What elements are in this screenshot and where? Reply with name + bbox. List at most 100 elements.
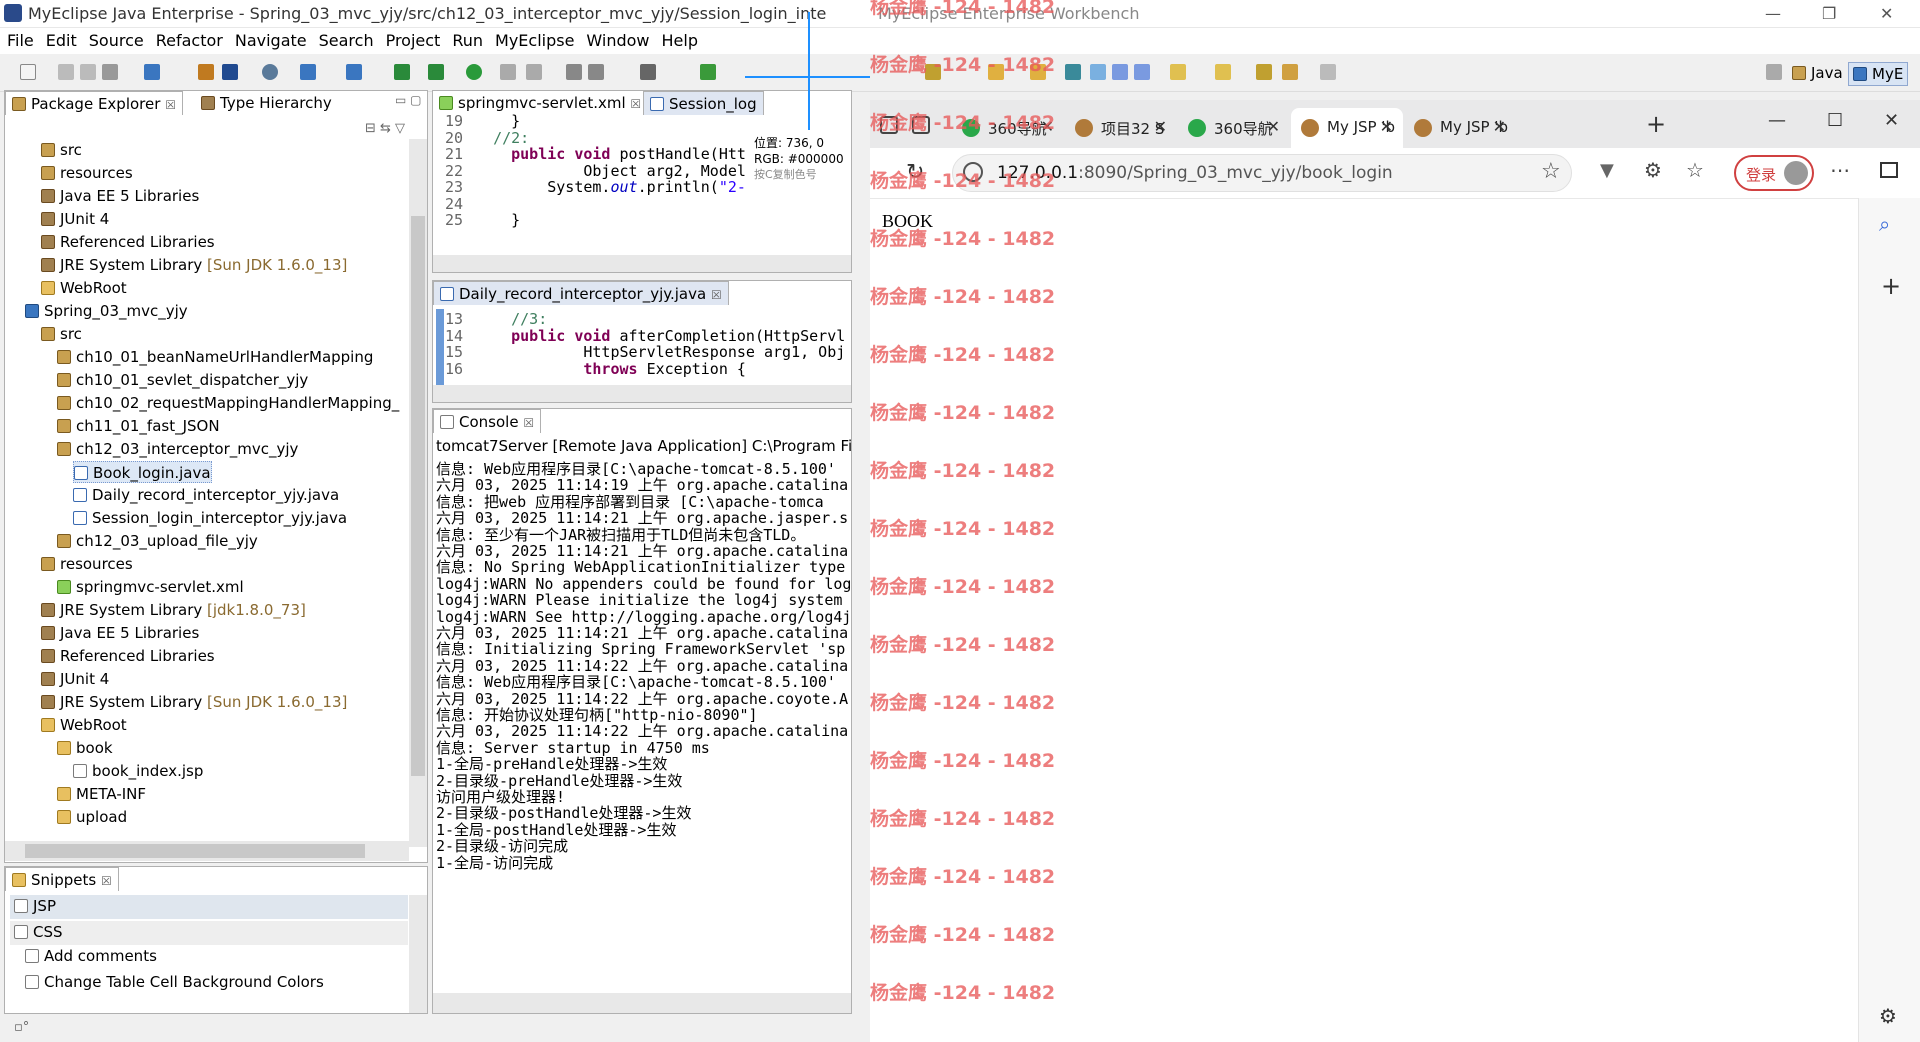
tab-session-login[interactable]: Session_log: [643, 91, 764, 115]
minimize-icon[interactable]: —: [1765, 4, 1781, 23]
back-tool-icon[interactable]: [500, 64, 516, 80]
editor2-hscrollbar[interactable]: [433, 385, 851, 402]
new-icon[interactable]: [20, 64, 36, 80]
menu-search[interactable]: Search: [312, 28, 379, 50]
tree-item[interactable]: WebRoot: [41, 714, 127, 736]
gear-icon[interactable]: [588, 64, 604, 80]
menu-run[interactable]: Run: [445, 28, 488, 50]
menu-window[interactable]: Window: [579, 28, 654, 50]
tree-item[interactable]: Referenced Libraries: [41, 645, 215, 667]
tree-item[interactable]: book_index.jsp: [73, 760, 203, 782]
tree-item[interactable]: JRE System Library [Sun JDK 1.6.0_13]: [41, 691, 347, 713]
editor1-hscrollbar[interactable]: [433, 255, 851, 272]
browser-tab[interactable]: My JSP 'b ✕: [1404, 108, 1516, 148]
browser-tab[interactable]: 360导航 ✕: [1178, 108, 1290, 148]
forward-icon[interactable]: [1320, 64, 1336, 80]
browser-tab[interactable]: 项目32 S ✕: [1065, 108, 1177, 148]
tree-item[interactable]: resources: [41, 553, 133, 575]
snippets-vscrollbar[interactable]: [409, 895, 427, 1013]
run-icon[interactable]: [428, 64, 444, 80]
tab-springmvc-servlet-xml[interactable]: springmvc-servlet.xml ☒: [433, 91, 647, 115]
web-icon[interactable]: [262, 64, 278, 80]
tree-item[interactable]: JRE System Library [Sun JDK 1.6.0_13]: [41, 254, 347, 276]
tree-item[interactable]: book: [57, 737, 113, 759]
server-icon[interactable]: [222, 64, 238, 80]
tree-item[interactable]: ch12_03_interceptor_mvc_yjy: [57, 438, 298, 460]
tab-package-explorer[interactable]: Package Explorer ☒: [5, 91, 183, 115]
menu-project[interactable]: Project: [379, 28, 446, 50]
tree-item[interactable]: ch10_02_requestMappingHandlerMapping_: [57, 392, 399, 414]
tab-console[interactable]: Console ☒: [433, 409, 542, 433]
close-tab-icon[interactable]: ✕: [1154, 117, 1167, 136]
block-selection-icon[interactable]: [1112, 64, 1128, 80]
perspective-myeclipse[interactable]: MyE: [1848, 62, 1909, 86]
tree-item[interactable]: Session_login_interceptor_yjy.java: [73, 507, 347, 529]
browser-maximize-icon[interactable]: ☐: [1827, 110, 1843, 131]
task-icon[interactable]: [640, 64, 656, 80]
tree-item[interactable]: Referenced Libraries: [41, 231, 215, 253]
run-last-icon[interactable]: [466, 64, 482, 80]
tree-item[interactable]: META-INF: [57, 783, 146, 805]
new-project-icon[interactable]: [144, 64, 160, 80]
add-sidebar-icon[interactable]: +: [1881, 272, 1901, 300]
menu-myeclipse[interactable]: MyEclipse: [488, 28, 579, 50]
menu-help[interactable]: Help: [655, 28, 703, 50]
menu-navigate[interactable]: Navigate: [228, 28, 312, 50]
tree-item[interactable]: Java EE 5 Libraries: [41, 622, 199, 644]
tree-item[interactable]: Spring_03_mvc_yjy: [25, 300, 188, 322]
show-whitespace-icon[interactable]: [1134, 64, 1150, 80]
open-perspective-icon[interactable]: [1766, 64, 1782, 80]
highlight-icon[interactable]: [1090, 64, 1106, 80]
browser-minimize-icon[interactable]: —: [1768, 110, 1786, 131]
view-toolbar-icons[interactable]: ⊟ ⇆ ▽: [365, 121, 405, 136]
snippet-category-jsp[interactable]: JSP: [10, 895, 408, 919]
menu-source[interactable]: Source: [82, 28, 149, 50]
snippet-category-css[interactable]: CSS: [10, 921, 408, 945]
close-tab-icon[interactable]: ☒: [630, 97, 641, 111]
explorer-hscroll-thumb[interactable]: [25, 844, 365, 858]
debug-icon[interactable]: [394, 64, 410, 80]
tree-item[interactable]: ch11_01_fast_JSON: [57, 415, 220, 437]
restore-icon[interactable]: ❐: [1822, 4, 1836, 23]
snippet-add-comments[interactable]: Add comments: [25, 947, 157, 965]
close-tab-icon[interactable]: ☒: [523, 416, 534, 430]
tree-item[interactable]: src: [41, 323, 82, 345]
more-menu-icon[interactable]: ⋯: [1830, 158, 1850, 182]
tree-item[interactable]: resources: [41, 162, 133, 184]
deploy-icon[interactable]: [198, 64, 214, 80]
menu-file[interactable]: File: [0, 28, 39, 50]
menu-refactor[interactable]: Refactor: [149, 28, 228, 50]
print-icon[interactable]: [102, 64, 118, 80]
close-tab-icon[interactable]: ✕: [1267, 117, 1280, 136]
bug-icon[interactable]: [700, 64, 716, 80]
prev-annotation-icon[interactable]: [1215, 64, 1231, 80]
tree-item[interactable]: WebRoot: [41, 277, 127, 299]
login-button[interactable]: 登录: [1734, 155, 1814, 191]
save-all-icon[interactable]: [80, 64, 96, 80]
last-edit-icon[interactable]: [1256, 64, 1272, 80]
tree-item[interactable]: Java EE 5 Libraries: [41, 185, 199, 207]
tree-item[interactable]: ch10_01_sevlet_dispatcher_yjy: [57, 369, 308, 391]
next-annotation-icon[interactable]: [1170, 64, 1186, 80]
browser-tab[interactable]: My JSP 'b ✕: [1291, 108, 1403, 148]
close-tab-icon[interactable]: ✕: [1493, 117, 1506, 136]
browser-close-icon[interactable]: ✕: [1884, 110, 1899, 131]
save-icon[interactable]: [58, 64, 74, 80]
favorite-star-icon[interactable]: ☆: [1541, 159, 1561, 184]
tree-item[interactable]: upload: [57, 806, 127, 828]
tree-item[interactable]: springmvc-servlet.xml: [57, 576, 244, 598]
close-tab-icon[interactable]: ☒: [101, 874, 112, 888]
snippet-change-table-cell[interactable]: Change Table Cell Background Colors: [25, 973, 324, 991]
sidebar-toggle-icon[interactable]: [1880, 162, 1898, 178]
console-hscrollbar[interactable]: [433, 993, 851, 1013]
close-tab-icon[interactable]: ✕: [1380, 117, 1393, 136]
menu-edit[interactable]: Edit: [39, 28, 82, 50]
favorites-icon[interactable]: ☆: [1686, 158, 1704, 182]
vpn-icon[interactable]: ▼: [1600, 160, 1614, 181]
tree-item[interactable]: JUnit 4: [41, 668, 109, 690]
close-tab-icon[interactable]: ☒: [165, 98, 176, 112]
close-tab-icon[interactable]: ☒: [711, 288, 722, 302]
tree-item[interactable]: ch10_01_beanNameUrlHandlerMapping: [57, 346, 373, 368]
close-icon[interactable]: ✕: [1880, 4, 1893, 23]
tree-item[interactable]: ch12_03_upload_file_yjy: [57, 530, 258, 552]
